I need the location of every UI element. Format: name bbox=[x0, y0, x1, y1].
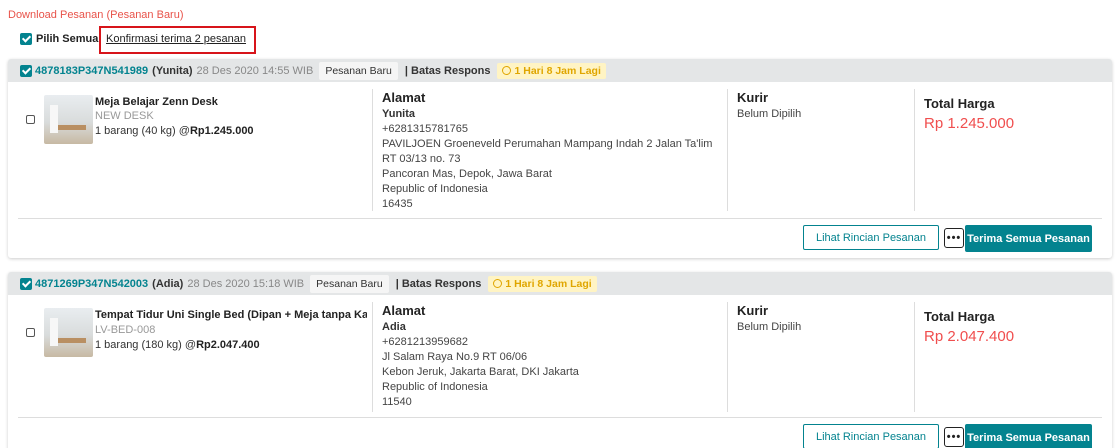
buyer-name: (Yunita) bbox=[152, 64, 193, 77]
select-all-row: Pilih Semua bbox=[20, 33, 98, 45]
order-id[interactable]: 4871269P347N542003 bbox=[35, 278, 148, 290]
column-divider bbox=[372, 89, 373, 211]
confirm-orders-link[interactable]: Konfirmasi terima 2 pesanan bbox=[106, 33, 246, 45]
deadline-label: | Batas Respons bbox=[395, 277, 482, 290]
product-name[interactable]: Tempat Tidur Uni Single Bed (Dipan + Mej… bbox=[95, 309, 367, 321]
product-qty: 1 barang (180 kg) @Rp2.047.400 bbox=[95, 339, 260, 351]
column-divider bbox=[727, 89, 728, 211]
order-checkbox[interactable] bbox=[20, 277, 32, 290]
card-divider bbox=[18, 218, 1102, 219]
select-all-checkbox[interactable] bbox=[20, 33, 32, 45]
total-price: Rp 1.245.000 bbox=[924, 115, 1015, 132]
status-badge: Pesanan Baru bbox=[319, 61, 398, 80]
column-divider bbox=[727, 302, 728, 412]
courier-title: Kurir bbox=[737, 303, 769, 318]
product-name[interactable]: Meja Belajar Zenn Desk bbox=[95, 96, 367, 108]
column-divider bbox=[914, 302, 915, 412]
address-title: Alamat bbox=[382, 303, 426, 318]
product-image[interactable] bbox=[44, 308, 93, 357]
more-options-button[interactable]: ••• bbox=[944, 427, 964, 447]
view-order-detail-button[interactable]: Lihat Rincian Pesanan bbox=[803, 424, 939, 448]
status-badge: Pesanan Baru bbox=[310, 274, 389, 293]
total-title: Total Harga bbox=[924, 96, 995, 111]
select-all-label: Pilih Semua bbox=[36, 33, 99, 45]
accept-all-orders-button[interactable]: Terima Semua Pesanan bbox=[965, 424, 1092, 448]
deadline-value: 1 Hari 8 Jam Lagi bbox=[514, 64, 601, 77]
alarm-icon bbox=[493, 278, 503, 288]
order-date: 28 Des 2020 15:18 WIB bbox=[187, 277, 305, 290]
address-line: Jl Salam Raya No.9 RT 06/06 bbox=[382, 351, 528, 363]
download-orders-link[interactable]: Download Pesanan (Pesanan Baru) bbox=[8, 9, 184, 21]
address-line: Pancoran Mas, Depok, Jawa Barat bbox=[382, 168, 552, 180]
order-checkbox[interactable] bbox=[20, 64, 32, 77]
deadline-badge: 1 Hari 8 Jam Lagi bbox=[497, 62, 606, 79]
column-divider bbox=[914, 89, 915, 211]
product-qty: 1 barang (40 kg) @Rp1.245.000 bbox=[95, 125, 254, 137]
product-image[interactable] bbox=[44, 95, 93, 144]
courier-value: Belum Dipilih bbox=[737, 108, 802, 120]
more-options-button[interactable]: ••• bbox=[944, 228, 964, 248]
product-checkbox[interactable] bbox=[26, 115, 35, 124]
address-line: RT 03/13 no. 73 bbox=[382, 153, 461, 165]
order-id[interactable]: 4878183P347N541989 bbox=[35, 65, 148, 77]
address-line: 11540 bbox=[382, 396, 412, 408]
address-line: Republic of Indonesia bbox=[382, 183, 488, 195]
product-sku: NEW DESK bbox=[95, 110, 154, 122]
product-sku: LV-BED-008 bbox=[95, 324, 156, 336]
order-date: 28 Des 2020 14:55 WIB bbox=[196, 64, 314, 77]
address-line: Kebon Jeruk, Jakarta Barat, DKI Jakarta bbox=[382, 366, 579, 378]
product-price: Rp1.245.000 bbox=[189, 125, 254, 137]
courier-value: Belum Dipilih bbox=[737, 321, 802, 333]
deadline-value: 1 Hari 8 Jam Lagi bbox=[505, 277, 592, 290]
order-card: 4878183P347N541989 (Yunita) 28 Des 2020 … bbox=[8, 59, 1112, 258]
column-divider bbox=[372, 302, 373, 412]
address-line: +6281213959682 bbox=[382, 336, 468, 348]
alarm-icon bbox=[502, 65, 512, 75]
total-title: Total Harga bbox=[924, 309, 995, 324]
order-card: 4871269P347N542003 (Adia) 28 Des 2020 15… bbox=[8, 272, 1112, 448]
buyer-name: (Adia) bbox=[152, 277, 184, 290]
recipient-name: Yunita bbox=[382, 108, 416, 120]
address-line: 16435 bbox=[382, 198, 413, 210]
product-checkbox[interactable] bbox=[26, 328, 35, 337]
order-header: 4878183P347N541989 (Yunita) 28 Des 2020 … bbox=[8, 59, 1112, 82]
card-divider bbox=[18, 417, 1102, 418]
deadline-badge: 1 Hari 8 Jam Lagi bbox=[488, 275, 597, 292]
recipient-name: Adia bbox=[382, 321, 406, 333]
order-header: 4871269P347N542003 (Adia) 28 Des 2020 15… bbox=[8, 272, 1112, 295]
address-line: Republic of Indonesia bbox=[382, 381, 488, 393]
deadline-label: | Batas Respons bbox=[404, 64, 491, 77]
total-price: Rp 2.047.400 bbox=[924, 328, 1015, 345]
address-line: +6281315781765 bbox=[382, 123, 468, 135]
view-order-detail-button[interactable]: Lihat Rincian Pesanan bbox=[803, 225, 939, 250]
address-title: Alamat bbox=[382, 90, 426, 105]
address-line: PAVILJOEN Groeneveld Perumahan Mampang I… bbox=[382, 138, 713, 150]
product-price: Rp2.047.400 bbox=[196, 339, 260, 351]
accept-all-orders-button[interactable]: Terima Semua Pesanan bbox=[965, 225, 1092, 252]
courier-title: Kurir bbox=[737, 90, 769, 105]
